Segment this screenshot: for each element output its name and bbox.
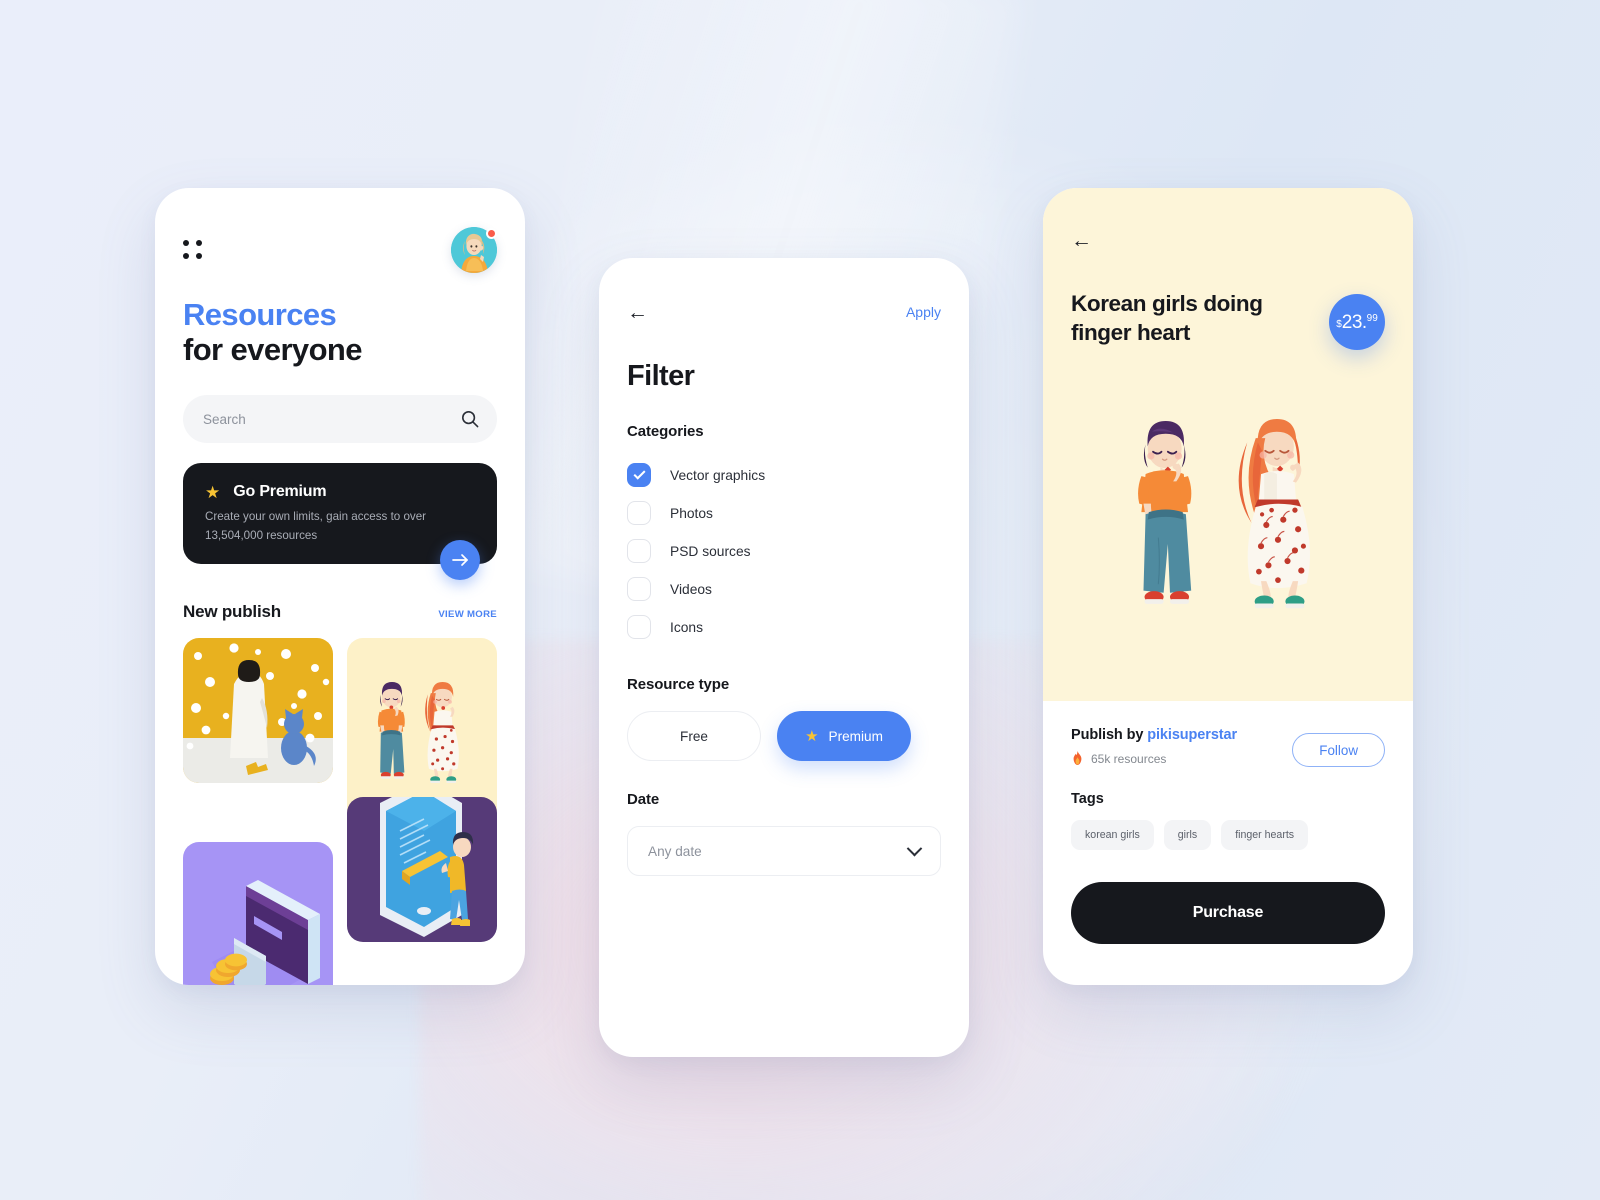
tag-girls[interactable]: girls [1163,820,1212,850]
resource-count: 65k resources [1071,751,1237,766]
author-link[interactable]: pikisuperstar [1147,727,1237,743]
resource-type-heading: Resource type [627,676,730,693]
detail-screen-card: ← Korean girls doing finger heart $ 23. … [1043,188,1413,985]
star-icon: ★ [805,727,819,745]
home-screen-card: Resources for everyone ★ Go Premium Crea… [155,188,525,985]
tags-heading: Tags [1071,791,1104,807]
detail-hero: ← Korean girls doing finger heart $ 23. … [1043,188,1413,701]
promo-header: ★ Go Premium [205,483,475,501]
view-more-link[interactable]: VIEW MORE [438,609,497,620]
resource-type-premium-button[interactable]: ★ Premium [777,711,911,761]
promo-title: Go Premium [233,483,327,501]
fire-icon [1073,751,1082,765]
price-badge: $ 23. 99 [1329,294,1385,350]
avatar[interactable] [451,227,497,273]
checkbox[interactable] [627,577,651,601]
category-option-photos[interactable]: Photos [627,494,941,532]
tag-korean-girls[interactable]: korean girls [1071,820,1154,850]
category-option-icons[interactable]: Icons [627,608,941,646]
checkbox[interactable] [627,615,651,639]
publisher-row: Publish by pikisuperstar 65k resources F… [1071,727,1385,767]
apply-button[interactable]: Apply [906,304,941,320]
home-topbar [183,224,497,276]
category-label: Videos [670,581,712,597]
promo-arrow-button[interactable] [440,540,480,581]
search-input[interactable] [203,411,461,427]
thumbnail-grid [183,638,497,985]
promo-subtitle: Create your own limits, gain access to o… [205,510,427,543]
publish-prefix: Publish by [1071,727,1148,743]
thumbnail-girl-and-cat[interactable] [183,638,333,784]
tag-list: korean girls girls finger hearts [1071,820,1385,850]
date-heading: Date [627,791,660,808]
title-line-2: for everyone [183,331,362,367]
back-arrow-icon[interactable]: ← [627,302,648,323]
resource-type-label: Premium [828,728,883,744]
category-option-vector-graphics[interactable]: Vector graphics [627,456,941,494]
page-title: Resources for everyone [183,297,497,367]
category-label: Icons [670,619,703,635]
section-title: New publish [183,602,281,622]
star-icon: ★ [205,482,221,502]
korean-girls-finger-heart-illustration [1043,411,1413,701]
publisher-name: Publish by pikisuperstar [1071,727,1237,743]
category-option-psd-sources[interactable]: PSD sources [627,532,941,570]
arrow-right-icon [451,554,468,567]
go-premium-banner[interactable]: ★ Go Premium Create your own limits, gai… [183,463,497,581]
chevron-down-icon[interactable] [906,840,923,856]
detail-body: Publish by pikisuperstar 65k resources F… [1043,701,1413,944]
title-line-1: Resources [183,297,337,332]
checkbox[interactable] [627,539,651,563]
filter-topbar: ← Apply [627,300,941,324]
categories-heading: Categories [627,423,704,440]
thumbnail-mobile-pay[interactable] [347,797,497,943]
back-arrow-icon[interactable]: ← [1071,229,1092,252]
date-select[interactable]: Any date [627,826,941,876]
tag-finger-hearts[interactable]: finger hearts [1221,820,1309,850]
resource-type-options: Free ★ Premium [627,711,941,761]
filter-screen-card: ← Apply Filter Categories Vector graphic… [599,258,969,1057]
follow-button[interactable]: Follow [1292,733,1385,767]
category-label: Photos [670,505,713,521]
search-bar[interactable] [183,395,497,444]
filter-heading: Filter [627,360,695,392]
resource-type-free-button[interactable]: Free [627,711,761,761]
grid-dots-icon[interactable] [183,240,203,260]
checkbox[interactable] [627,501,651,525]
resource-type-label: Free [680,728,708,744]
category-label: Vector graphics [670,467,766,483]
category-option-videos[interactable]: Videos [627,570,941,608]
resource-count-label: 65k resources [1091,751,1167,766]
category-label: PSD sources [670,543,751,559]
date-select-value: Any date [648,843,702,859]
price-amount: 23. [1341,311,1367,333]
price-cents: 99 [1366,312,1378,324]
detail-title-row: Korean girls doing finger heart $ 23. 99 [1071,290,1385,350]
new-publish-section-header: New publish VIEW MORE [183,602,497,622]
search-icon[interactable] [461,410,479,428]
thumbnail-payment-security[interactable] [183,842,333,985]
checkbox[interactable] [627,463,651,487]
notification-dot [486,228,497,239]
detail-title: Korean girls doing finger heart [1071,291,1263,345]
categories-list: Vector graphics Photos PSD sources Video… [627,456,941,646]
purchase-button[interactable]: Purchase [1071,882,1385,944]
